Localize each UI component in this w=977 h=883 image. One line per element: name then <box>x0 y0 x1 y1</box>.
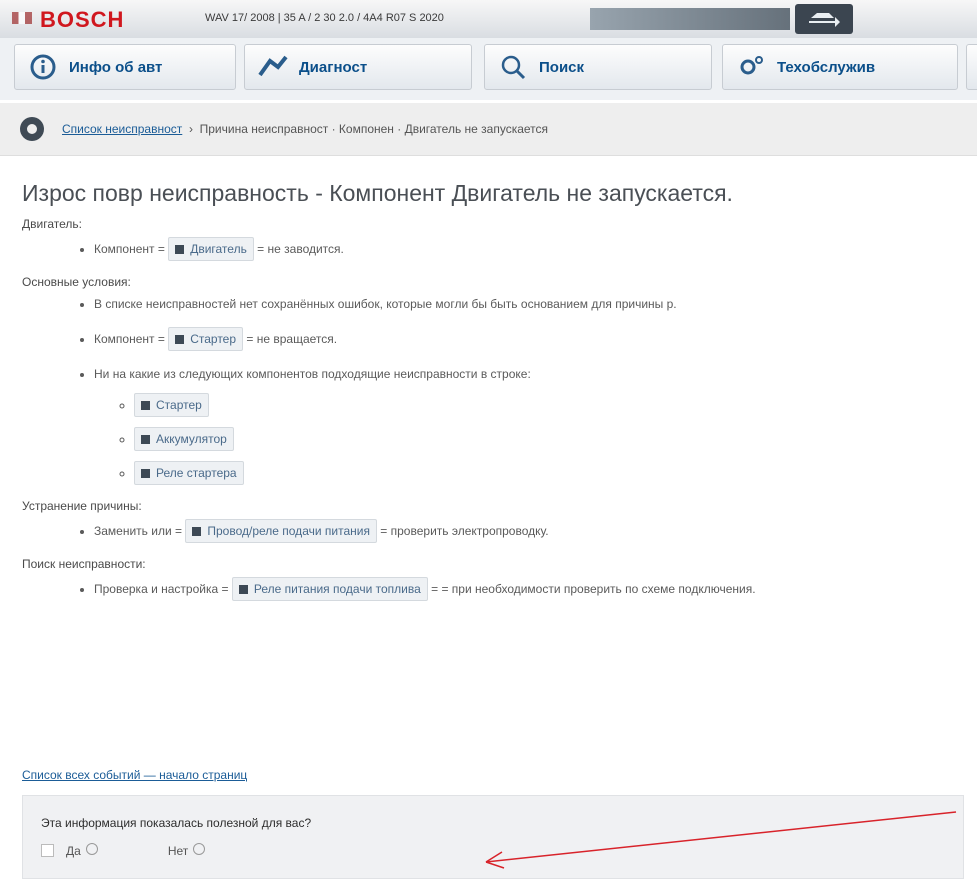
section-conditions-label: Основные условия: <box>22 275 131 289</box>
feedback-checkbox[interactable] <box>41 844 54 857</box>
feedback-no-option[interactable]: Нет <box>168 843 206 858</box>
list-item: Компонент = Двигатель = не заводится. <box>94 237 957 261</box>
component-link[interactable]: Двигатель <box>168 237 254 261</box>
thumb-down-icon <box>193 843 206 855</box>
component-icon <box>141 435 150 445</box>
sub-list-item: Аккумулятор <box>134 427 957 451</box>
tab-label: Техобслужив <box>777 58 876 76</box>
vehicle-info-text: WAV 17/ 2008 | 35 A / 2 30 2.0 / 4A4 R07… <box>205 12 444 24</box>
tab-label: Инфо об авт <box>69 58 163 76</box>
list-item: Проверка и настройка = Реле питания пода… <box>94 577 957 601</box>
top-bar: BOSCH WAV 17/ 2008 | 35 A / 2 30 2.0 / 4… <box>0 0 977 39</box>
section-troubleshoot-label: Поиск неисправности: <box>22 557 146 571</box>
tab-search[interactable]: Поиск <box>484 44 712 90</box>
tab-vehicle-info[interactable]: Инфо об авт <box>14 44 236 90</box>
main-content: Изрос повр неисправность - Компонент Дви… <box>22 180 957 615</box>
list-item: Компонент = Стартер = не вращается. <box>94 327 957 351</box>
component-icon <box>175 245 185 255</box>
search-icon <box>497 51 529 83</box>
tab-more[interactable] <box>966 44 977 90</box>
bosch-logo: BOSCH <box>40 7 125 32</box>
all-events-link[interactable]: Список всех событий — начало страниц <box>22 768 247 782</box>
flag-icon <box>12 12 32 24</box>
component-icon <box>175 335 185 345</box>
list-item: Заменить или = Провод/реле подачи питани… <box>94 519 957 543</box>
red-annotation-arrow-icon <box>485 811 957 869</box>
sub-list-item: Реле стартера <box>134 461 957 485</box>
thumb-up-icon <box>85 843 98 855</box>
breadcrumb-current: Причина неисправност · Компонен · Двигат… <box>199 122 549 136</box>
vehicle-switch-button[interactable] <box>795 4 853 34</box>
home-icon[interactable] <box>20 117 44 141</box>
breadcrumb-link[interactable]: Список неисправност <box>62 122 182 136</box>
page-title: Изрос повр неисправность - Компонент Дви… <box>22 180 733 206</box>
component-link[interactable]: Реле питания подачи топлива <box>231 577 428 601</box>
component-icon <box>141 401 150 411</box>
section-engine-label: Двигатель: <box>22 217 82 231</box>
info-icon <box>27 51 59 83</box>
breadcrumb: Список неисправност › Причина неисправно… <box>0 103 977 156</box>
component-link[interactable]: Стартер <box>168 327 244 351</box>
feedback-question: Эта информация показалась полезной для в… <box>41 816 312 830</box>
tab-diagnostics[interactable]: Диагност <box>244 44 472 90</box>
diagnostics-icon <box>257 51 289 83</box>
maintenance-icon <box>735 51 767 83</box>
feedback-yes-option[interactable]: Да <box>66 843 98 858</box>
main-tabs: Инфо об авт Диагност Поиск Техобслужив <box>0 38 977 100</box>
list-item: В списке неисправностей нет сохранённых … <box>94 295 957 313</box>
component-icon <box>238 585 248 595</box>
tab-label: Поиск <box>539 58 585 76</box>
component-icon <box>192 527 202 537</box>
component-link[interactable]: Аккумулятор <box>134 427 234 451</box>
list-item: Ни на какие из следующих компонентов под… <box>94 365 957 485</box>
section-fix-label: Устранение причины: <box>22 499 142 513</box>
component-icon <box>141 469 150 479</box>
tab-label: Диагност <box>299 58 368 76</box>
component-link[interactable]: Провод/реле подачи питания <box>185 519 377 543</box>
sub-list-item: Стартер <box>134 393 957 417</box>
vehicle-info-strip <box>590 8 790 30</box>
tab-maintenance[interactable]: Техобслужив <box>722 44 958 90</box>
component-link[interactable]: Реле стартера <box>134 461 244 485</box>
car-arrow-icon <box>809 13 840 27</box>
component-link[interactable]: Стартер <box>134 393 209 417</box>
